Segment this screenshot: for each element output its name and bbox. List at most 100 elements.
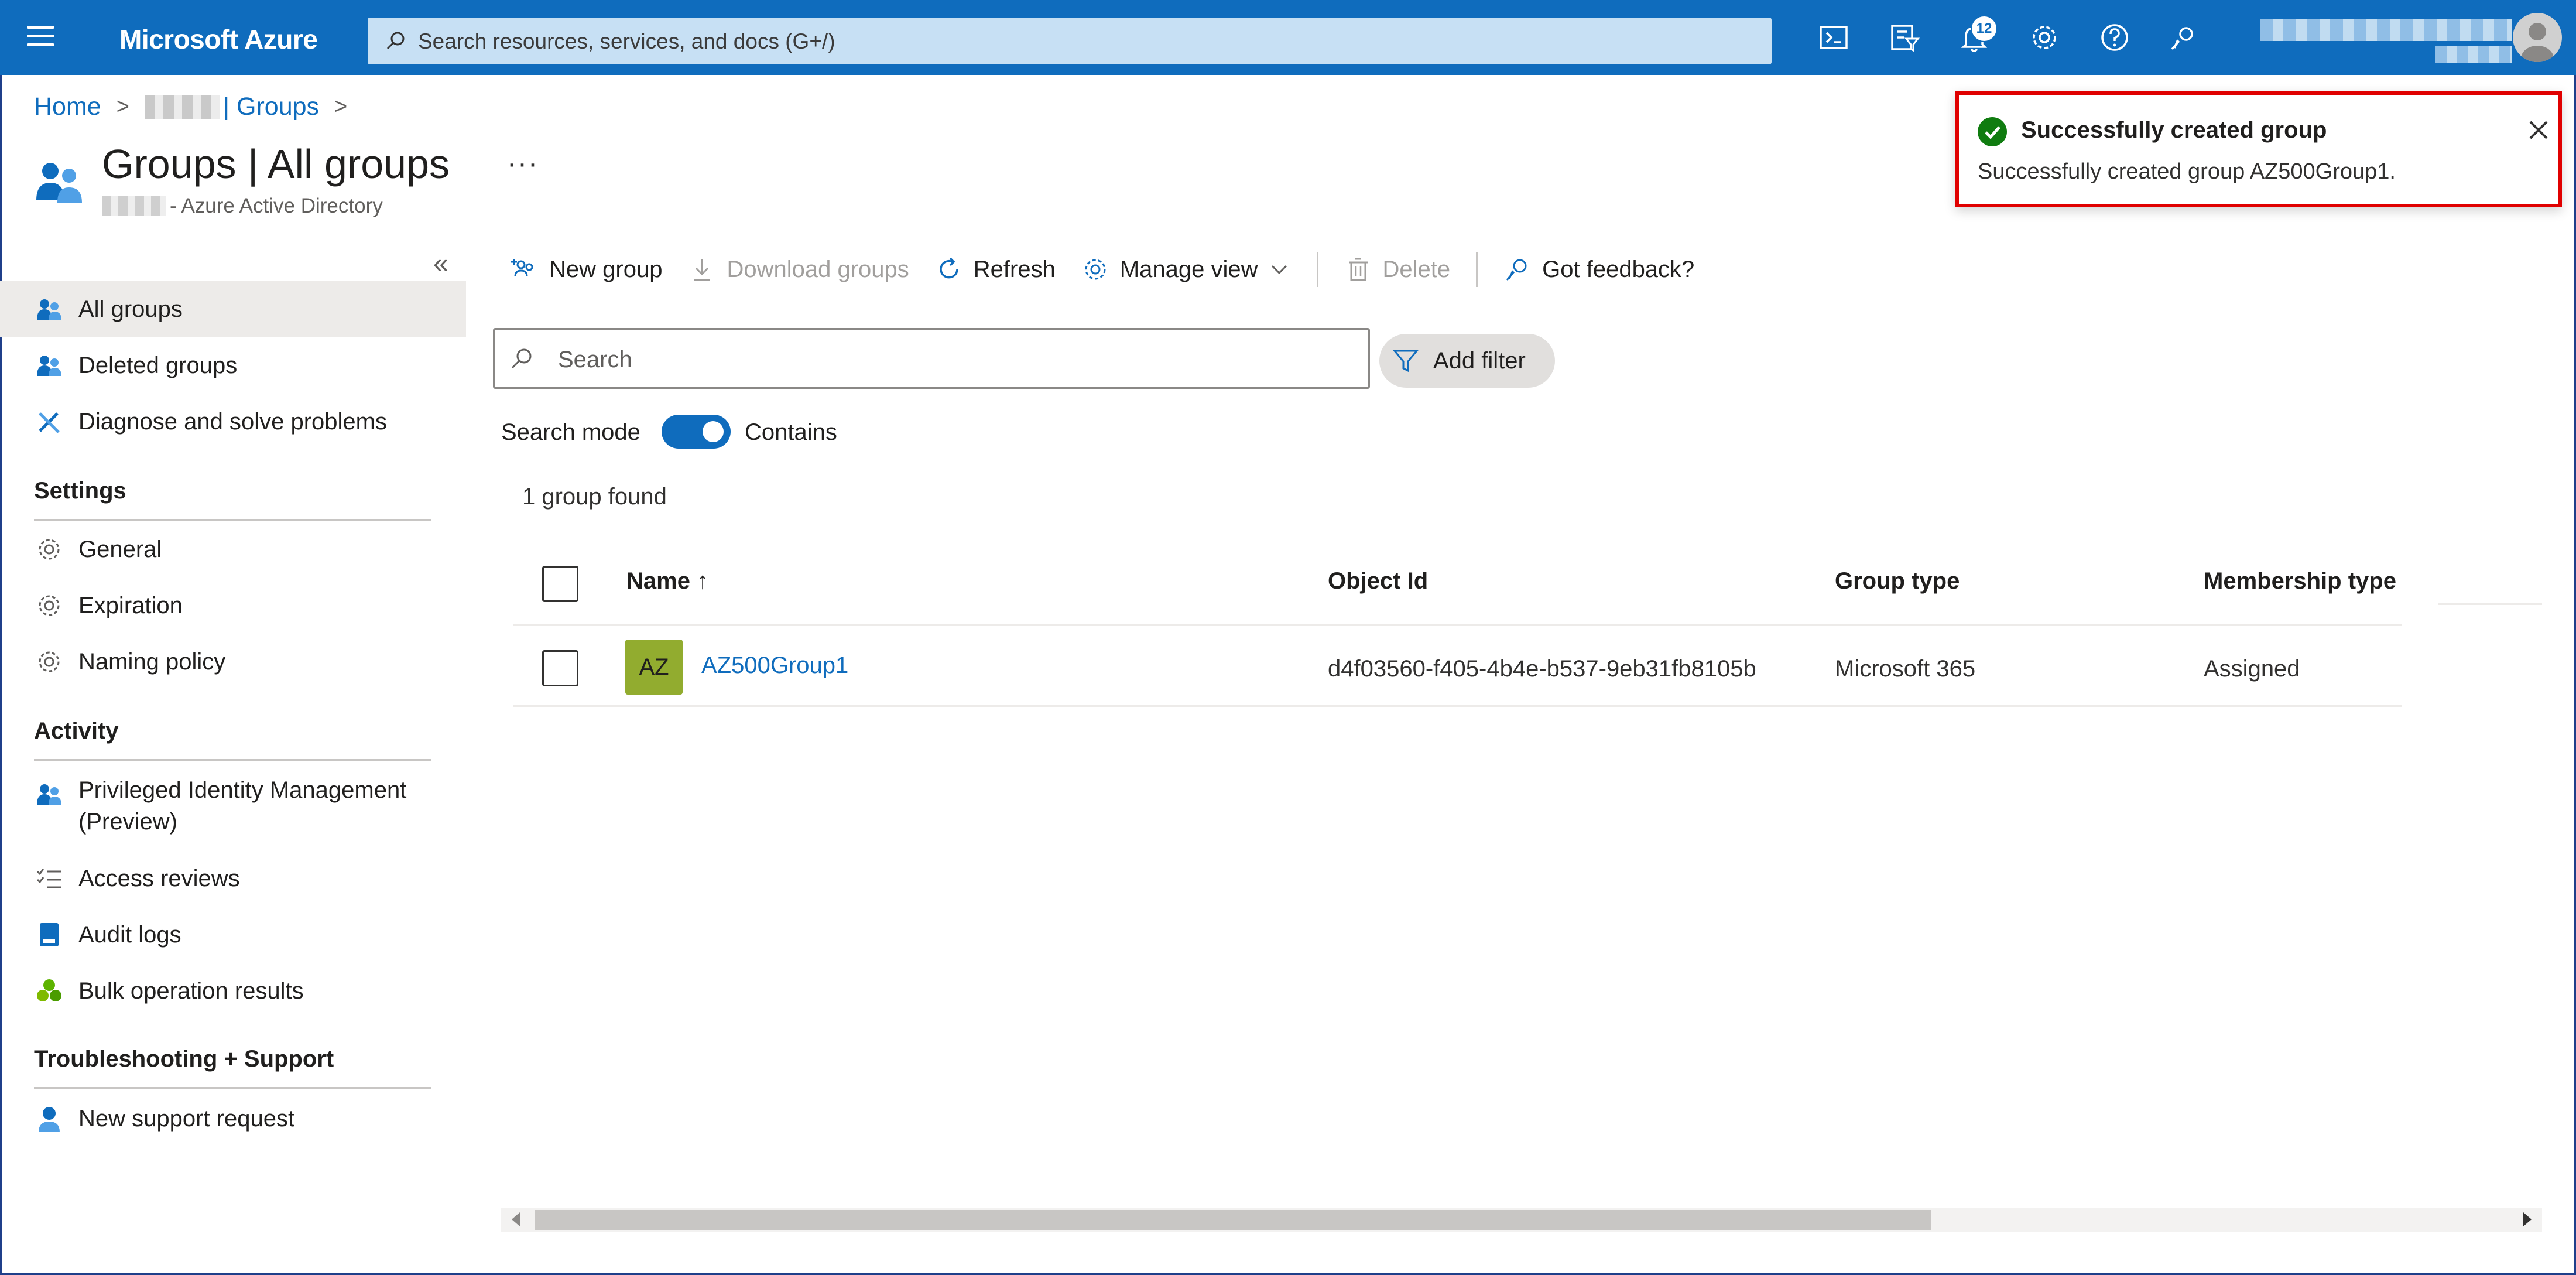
trash-icon bbox=[1348, 258, 1368, 281]
top-navigation-bar: Microsoft Azure Search resources, servic… bbox=[0, 0, 2576, 75]
gear-icon bbox=[1085, 259, 1106, 280]
toggle-knob bbox=[703, 421, 724, 442]
groups-icon bbox=[34, 350, 64, 381]
portal-brand[interactable]: Microsoft Azure bbox=[119, 23, 318, 55]
global-search-placeholder: Search resources, services, and docs (G+… bbox=[418, 29, 835, 53]
feedback-icon[interactable] bbox=[2166, 20, 2201, 55]
search-mode-toggle[interactable] bbox=[662, 415, 731, 449]
sidebar-item-label: General bbox=[78, 536, 162, 562]
add-filter-button[interactable]: Add filter bbox=[1379, 334, 1555, 388]
sidebar-item-diagnose[interactable]: Diagnose and solve problems bbox=[0, 394, 466, 450]
sidebar-item-label: Expiration bbox=[78, 592, 183, 618]
more-options-button[interactable]: ··· bbox=[507, 148, 539, 180]
group-type: Microsoft 365 bbox=[1835, 656, 1976, 682]
row-select-checkbox[interactable] bbox=[542, 650, 578, 686]
hamburger-menu-icon[interactable] bbox=[27, 26, 54, 47]
breadcrumb-tenant-redacted[interactable] bbox=[144, 95, 220, 119]
command-toolbar: New group Download groups Refresh Manage… bbox=[511, 248, 1720, 290]
gear-icon bbox=[34, 647, 64, 677]
column-header-group-type[interactable]: Group type bbox=[1835, 568, 1960, 594]
group-object-id: d4f03560-f405-4b4e-b537-9eb31fb8105b bbox=[1328, 656, 1756, 682]
tenant-name-redacted bbox=[102, 196, 166, 216]
sidebar-item-bulk-operation-results[interactable]: Bulk operation results bbox=[0, 963, 466, 1019]
bulk-operations-icon bbox=[34, 976, 64, 1006]
page-title: Groups | All groups bbox=[102, 141, 450, 187]
audit-log-icon bbox=[34, 919, 64, 950]
delete-button[interactable]: Delete bbox=[1344, 255, 1450, 283]
collapse-sidebar-button[interactable]: « bbox=[433, 247, 448, 279]
sidebar-divider bbox=[34, 519, 431, 521]
horizontal-scrollbar[interactable] bbox=[501, 1208, 2542, 1232]
download-groups-button[interactable]: Download groups bbox=[688, 255, 909, 283]
sidebar-item-label: Access reviews bbox=[78, 865, 240, 891]
search-icon bbox=[511, 348, 532, 369]
groups-icon bbox=[34, 294, 64, 324]
results-count: 1 group found bbox=[522, 484, 667, 510]
header-divider-extension bbox=[2438, 603, 2542, 605]
membership-type: Assigned bbox=[2204, 656, 2300, 682]
sidebar-item-label-line2: (Preview) bbox=[78, 809, 177, 835]
sidebar-item-audit-logs[interactable]: Audit logs bbox=[0, 907, 466, 963]
select-all-checkbox[interactable] bbox=[542, 566, 578, 602]
sidebar-item-access-reviews[interactable]: Access reviews bbox=[0, 850, 466, 907]
cloud-shell-icon[interactable] bbox=[1816, 20, 1851, 55]
sidebar-item-expiration[interactable]: Expiration bbox=[0, 577, 466, 634]
sidebar-divider bbox=[34, 1087, 431, 1089]
groups-search-box[interactable] bbox=[493, 328, 1370, 389]
checklist-icon bbox=[34, 863, 64, 894]
settings-icon[interactable] bbox=[2027, 20, 2062, 55]
sidebar-item-new-support-request[interactable]: New support request bbox=[0, 1091, 466, 1147]
user-avatar[interactable] bbox=[2513, 13, 2562, 62]
sidebar-item-general[interactable]: General bbox=[0, 521, 466, 577]
sidebar-item-deleted-groups[interactable]: Deleted groups bbox=[0, 337, 466, 394]
breadcrumb-groups[interactable]: | Groups bbox=[223, 93, 319, 121]
toast-message: Successfully created group AZ500Group1. bbox=[1978, 159, 2396, 184]
refresh-label: Refresh bbox=[973, 256, 1056, 282]
column-header-membership-type[interactable]: Membership type bbox=[2204, 568, 2396, 594]
search-mode-label: Search mode bbox=[501, 419, 640, 445]
directory-filter-icon[interactable] bbox=[1886, 20, 1921, 55]
sidebar-item-label: Diagnose and solve problems bbox=[78, 408, 387, 435]
refresh-button[interactable]: Refresh bbox=[935, 255, 1056, 283]
column-header-name[interactable]: Name ↑ bbox=[626, 568, 708, 594]
close-icon[interactable] bbox=[2526, 117, 2551, 143]
page-subtitle-text: - Azure Active Directory bbox=[170, 194, 383, 217]
gear-icon bbox=[34, 534, 64, 565]
toolbar-divider bbox=[1476, 252, 1478, 287]
gear-icon bbox=[34, 590, 64, 621]
sidebar-item-naming-policy[interactable]: Naming policy bbox=[0, 634, 466, 690]
add-filter-label: Add filter bbox=[1433, 347, 1526, 374]
header-divider bbox=[513, 624, 2402, 626]
breadcrumb-home[interactable]: Home bbox=[34, 93, 101, 121]
manage-view-button[interactable]: Manage view bbox=[1081, 255, 1291, 283]
scroll-right-icon[interactable] bbox=[2523, 1212, 2532, 1226]
new-group-button[interactable]: New group bbox=[511, 255, 662, 283]
scroll-left-icon[interactable] bbox=[512, 1212, 520, 1226]
toolbar-divider bbox=[1316, 252, 1318, 287]
scrollbar-thumb[interactable] bbox=[535, 1210, 1931, 1230]
success-notification-toast: Successfully created group Successfully … bbox=[1955, 91, 2562, 207]
sidebar-item-label: Naming policy bbox=[78, 648, 226, 675]
global-search-input[interactable]: Search resources, services, and docs (G+… bbox=[368, 18, 1772, 64]
sidebar-item-pim[interactable]: Privileged Identity Management (Preview) bbox=[0, 774, 466, 839]
sidebar-item-label: New support request bbox=[78, 1105, 295, 1132]
sidebar-item-all-groups[interactable]: All groups bbox=[0, 281, 466, 337]
help-icon[interactable] bbox=[2097, 20, 2132, 55]
support-person-icon bbox=[34, 1103, 64, 1134]
filter-icon bbox=[1392, 350, 1419, 372]
sidebar-section-support: Troubleshooting + Support bbox=[34, 1046, 334, 1072]
account-name-redacted[interactable] bbox=[2260, 19, 2512, 41]
group-name-link[interactable]: AZ500Group1 bbox=[701, 652, 848, 679]
column-header-object-id[interactable]: Object Id bbox=[1328, 568, 1428, 594]
feedback-icon bbox=[1506, 259, 1527, 281]
user-avatar-icon bbox=[2521, 23, 2554, 62]
groups-icon bbox=[34, 779, 64, 809]
groups-icon bbox=[36, 163, 82, 203]
sidebar-item-label: Privileged Identity Management (Preview) bbox=[78, 774, 406, 838]
tools-icon bbox=[34, 406, 64, 437]
breadcrumb: Home > | Groups > bbox=[34, 93, 362, 121]
sidebar-divider bbox=[34, 759, 431, 761]
feedback-button[interactable]: Got feedback? bbox=[1503, 255, 1694, 283]
groups-search-input[interactable] bbox=[557, 343, 1355, 377]
account-directory-redacted[interactable] bbox=[2435, 46, 2512, 63]
